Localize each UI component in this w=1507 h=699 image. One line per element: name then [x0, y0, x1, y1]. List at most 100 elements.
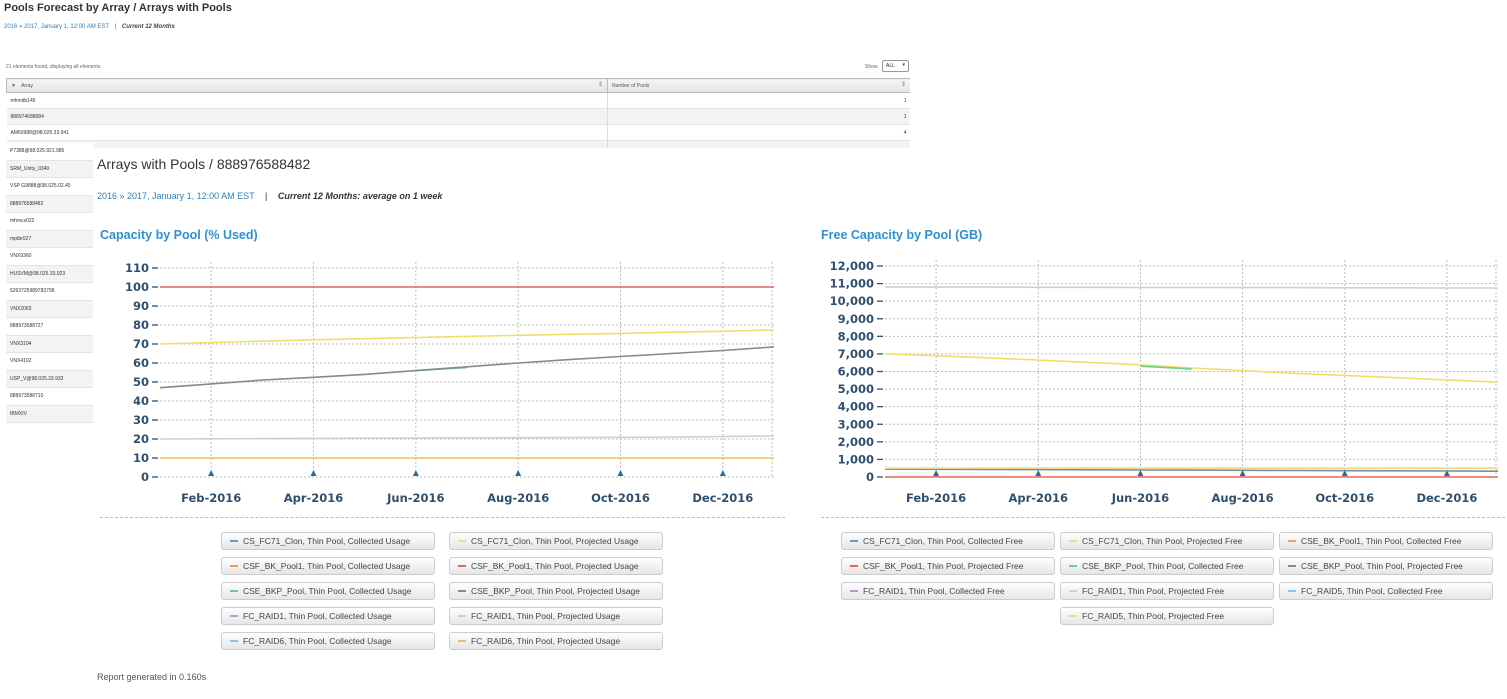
column-header-number-of-pools[interactable]: Number of Pools ⇕ [607, 78, 910, 93]
column-header-array[interactable]: ▼ Array ⇕ [6, 78, 608, 93]
legend-label: CS_FC71_Clon, Thin Pool, Projected Free [1082, 536, 1243, 546]
legend-toggle-button[interactable]: CS_FC71_Clon, Thin Pool, Projected Free [1060, 532, 1274, 550]
array-list-item[interactable]: 888973588710 [6, 388, 93, 406]
legend-toggle-button[interactable]: CSE_BKP_Pool, Thin Pool, Collected Free [1060, 557, 1274, 575]
report-period: 2016 » 2017, January 1, 12:00 AM EST | C… [4, 24, 175, 30]
array-cell[interactable]: mhmdb145 [6, 92, 608, 109]
legend-label: CSF_BK_Pool1, Thin Pool, Collected Usage [243, 561, 411, 571]
y-tick-label: 60 [133, 356, 149, 370]
legend-label: CSE_BKP_Pool, Thin Pool, Collected Free [1082, 561, 1244, 571]
array-list-item[interactable]: VSP G9888@98.025.02.45 [6, 178, 93, 196]
legend-label: CSE_BKP_Pool, Thin Pool, Projected Usage [471, 586, 640, 596]
elements-found-text: 21 elements found, displaying all elemen… [6, 64, 102, 70]
legend-toggle-button[interactable]: CSF_BK_Pool1, Thin Pool, Projected Free [841, 557, 1055, 575]
panel-period-separator: | [264, 191, 268, 201]
array-list-item[interactable]: VNX9360 [6, 248, 93, 266]
legend-toggle-button[interactable]: CS_FC71_Clon, Thin Pool, Collected Usage [221, 532, 435, 550]
y-tick-label: 4,000 [838, 400, 874, 414]
legend-toggle-button[interactable]: FC_RAID1, Thin Pool, Projected Usage [449, 607, 663, 625]
panel-date-range-link[interactable]: 2016 » 2017, January 1, 12:00 AM EST [97, 191, 254, 201]
legend-toggle-button[interactable]: FC_RAID6, Thin Pool, Projected Usage [449, 632, 663, 650]
array-detail-panel: Arrays with Pools / 888976588482 2016 » … [93, 148, 1507, 699]
series-line [884, 468, 1499, 472]
legend-toggle-button[interactable]: CSE_BKP_Pool, Thin Pool, Collected Usage [221, 582, 435, 600]
series-line [885, 286, 1498, 289]
legend-toggle-button[interactable]: CS_FC71_Clon, Thin Pool, Projected Usage [449, 532, 663, 550]
legend-label: FC_RAID5, Thin Pool, Collected Free [1301, 586, 1443, 596]
y-tick-label: 12,000 [830, 259, 874, 273]
legend-toggle-button[interactable]: FC_RAID1, Thin Pool, Projected Free [1060, 582, 1274, 600]
legend-toggle-button[interactable]: CSE_BKP_Pool, Thin Pool, Projected Usage [449, 582, 663, 600]
array-list-item[interactable]: mptbr027 [6, 230, 93, 248]
array-list-item[interactable]: VNX2063 [6, 300, 93, 318]
legend-swatch [850, 539, 858, 542]
x-tick-label: Feb-2016 [181, 491, 241, 505]
array-list-item[interactable]: VNX3104 [6, 335, 93, 353]
array-list-item[interactable]: HUSVM@98.025.33.023 [6, 265, 93, 283]
array-list-item[interactable]: P7388@98.025.921.985 [6, 143, 93, 161]
legend-toggle-button[interactable]: CS_FC71_Clon, Thin Pool, Collected Free [841, 532, 1055, 550]
array-list-item[interactable]: 888973588727 [6, 318, 93, 336]
date-range-link[interactable]: 2016 » 2017, January 1, 12:00 AM EST [4, 24, 109, 30]
legend-toggle-button[interactable]: FC_RAID5, Thin Pool, Projected Free [1060, 607, 1274, 625]
legend-toggle-button[interactable]: FC_RAID6, Thin Pool, Collected Usage [221, 632, 435, 650]
legend-swatch [1288, 564, 1296, 567]
y-tick-label: 0 [866, 470, 874, 484]
array-cell[interactable]: 888974688084 [6, 108, 608, 125]
x-tick-marker [515, 470, 522, 476]
x-tick-label: Jun-2016 [386, 491, 444, 505]
show-select[interactable]: ALL ▾ [882, 60, 909, 72]
y-tick-label: 30 [133, 413, 149, 427]
legend-label: FC_RAID1, Thin Pool, Collected Free [863, 586, 1005, 596]
legend-toggle-button[interactable]: FC_RAID5, Thin Pool, Collected Free [1279, 582, 1493, 600]
array-list-item[interactable]: SRM_Unity_0349 [6, 160, 93, 178]
chevron-down-icon: ▾ [902, 62, 905, 68]
table-row[interactable] [6, 140, 910, 148]
legend-swatch [850, 589, 858, 592]
array-list: P7388@98.025.921.985 SRM_Unity_0349 VSP G9… [6, 143, 93, 423]
table-row[interactable]: mhmdb145 1 [6, 92, 910, 109]
array-list-item[interactable]: IBMXIV [6, 405, 93, 423]
array-list-item[interactable]: 888976588482 [6, 195, 93, 213]
y-tick-label: 110 [125, 261, 149, 275]
y-tick-label: 90 [133, 299, 149, 313]
legend-swatch [1069, 614, 1077, 617]
legend-toggle-button[interactable]: CSF_BK_Pool1, Thin Pool, Collected Usage [221, 557, 435, 575]
array-list-item[interactable]: mhmcx022 [6, 213, 93, 231]
x-tick-marker [412, 470, 419, 476]
legend-label: CSE_BKP_Pool, Thin Pool, Projected Free [1301, 561, 1463, 571]
legend-swatch [850, 564, 858, 567]
y-tick-label: 10 [133, 451, 149, 465]
array-list-item[interactable]: USP_V@98.025.33.932 [6, 370, 93, 388]
array-list-item[interactable]: VNX4102 [6, 353, 93, 371]
legend-toggle-button[interactable]: CSE_BKP_Pool, Thin Pool, Projected Free [1279, 557, 1493, 575]
y-tick-label: 10,000 [830, 294, 874, 308]
legend-swatch [230, 539, 238, 542]
y-tick-label: 3,000 [838, 417, 874, 431]
legend-toggle-button[interactable]: CSE_BK_Pool1, Thin Pool, Collected Free [1279, 532, 1493, 550]
chart-title-free-capacity: Free Capacity by Pool (GB) [821, 228, 983, 242]
x-tick-label: Apr-2016 [1008, 491, 1068, 505]
sort-icon[interactable]: ⇕ [901, 81, 906, 88]
table-row[interactable]: 888974688084 1 [6, 108, 910, 125]
y-tick-label: 7,000 [838, 347, 874, 361]
x-tick-label: Oct-2016 [1315, 491, 1374, 505]
legend-swatch [458, 589, 466, 592]
y-tick-label: 40 [133, 394, 149, 408]
page-title: Pools Forecast by Array / Arrays with Po… [4, 2, 232, 14]
x-tick-label: Jun-2016 [1111, 491, 1169, 505]
filter-icon[interactable]: ▼ [11, 83, 16, 89]
legend-label: CS_FC71_Clon, Thin Pool, Collected Free [863, 536, 1024, 546]
panel-period: 2016 » 2017, January 1, 12:00 AM EST | C… [97, 191, 442, 201]
table-row[interactable]: AM60988@98.025.33.941 4 [6, 124, 910, 141]
legend-toggle-button[interactable]: CSF_BK_Pool1, Thin Pool, Projected Usage [449, 557, 663, 575]
legend-label: CSE_BKP_Pool, Thin Pool, Collected Usage [243, 586, 412, 596]
sort-icon[interactable]: ⇕ [598, 81, 603, 88]
legend-toggle-button[interactable]: FC_RAID1, Thin Pool, Collected Free [841, 582, 1055, 600]
legend-label: CSE_BK_Pool1, Thin Pool, Collected Free [1301, 536, 1462, 546]
y-tick-label: 70 [133, 337, 149, 351]
array-cell[interactable] [6, 140, 608, 148]
array-list-item[interactable]: 5263725989783798 [6, 283, 93, 301]
legend-toggle-button[interactable]: FC_RAID1, Thin Pool, Collected Usage [221, 607, 435, 625]
array-cell[interactable]: AM60988@98.025.33.941 [6, 124, 608, 141]
